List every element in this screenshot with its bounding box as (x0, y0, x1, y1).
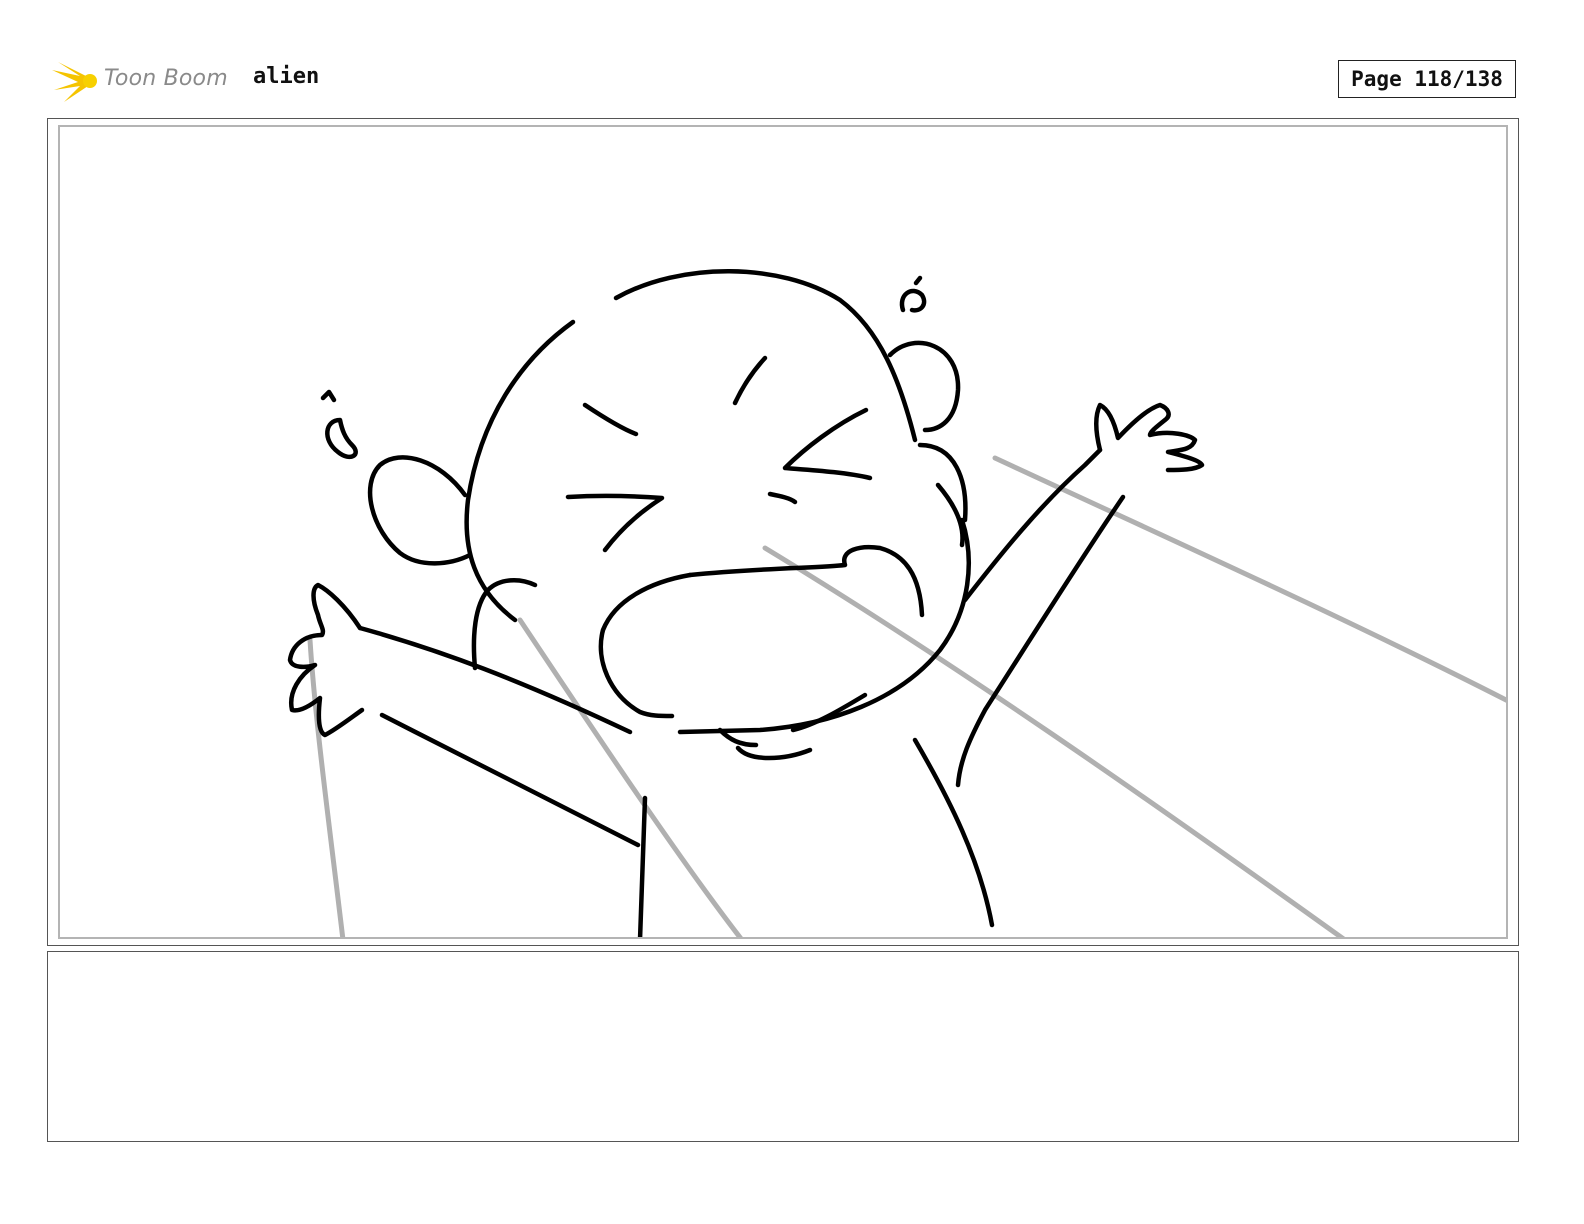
toon-boom-logo: Toon Boom (50, 56, 240, 106)
storyboard-panel (58, 125, 1508, 939)
logo-star-icon (52, 62, 97, 102)
panel-notes-area[interactable] (47, 951, 1519, 1142)
page-indicator: Page 118/138 (1351, 67, 1503, 91)
guide-lines (307, 455, 1506, 937)
sketch-lines (287, 269, 1205, 937)
brand-name: Toon Boom (104, 66, 228, 91)
page-indicator-box: Page 118/138 (1338, 60, 1516, 98)
project-title: alien (253, 64, 320, 89)
character-sketch (287, 269, 1506, 937)
